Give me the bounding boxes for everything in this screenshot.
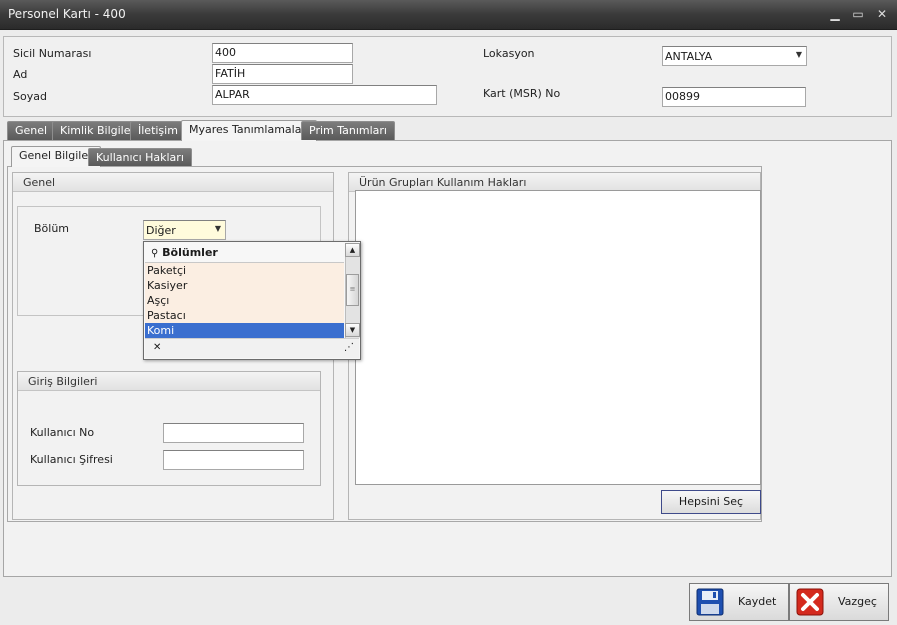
floppy-disk-icon	[696, 588, 724, 616]
dropdown-header: ⚲ Bölümler	[145, 243, 344, 263]
binoculars-icon: ⚲	[151, 248, 159, 259]
lokasyon-label: Lokasyon	[483, 47, 535, 60]
bolum-label: Bölüm	[34, 222, 70, 235]
sicil-label: Sicil Numarası	[13, 47, 92, 60]
chevron-down-icon: ▼	[795, 50, 802, 59]
tab-prim[interactable]: Prim Tanımları	[301, 121, 395, 140]
ad-label: Ad	[13, 68, 28, 81]
tab-genel[interactable]: Genel	[7, 121, 56, 140]
dropdown-item-kasiyer[interactable]: Kasiyer	[145, 278, 344, 293]
scroll-thumb[interactable]: ≡	[346, 274, 359, 306]
clear-icon[interactable]: ✕	[153, 342, 161, 353]
cancel-button[interactable]: Vazgeç	[789, 583, 889, 621]
minimize-icon[interactable]: ▁	[826, 6, 844, 22]
dropdown-footer: ✕ ⋰	[145, 338, 359, 358]
dropdown-item-paketci[interactable]: Paketçi	[145, 263, 344, 278]
kart-field[interactable]: 00899	[662, 87, 806, 107]
dropdown-item-asci[interactable]: Aşçı	[145, 293, 344, 308]
subtab-kullanici-haklari[interactable]: Kullanıcı Hakları	[88, 148, 192, 166]
kart-label: Kart (MSR) No	[483, 87, 561, 100]
bolum-value: Diğer	[146, 224, 176, 237]
save-button[interactable]: Kaydet	[689, 583, 789, 621]
select-all-button[interactable]: Hepsini Seç	[661, 490, 761, 514]
soyad-label: Soyad	[13, 90, 47, 103]
sicil-field[interactable]: 400	[212, 43, 353, 63]
scroll-down-icon[interactable]: ▼	[345, 323, 360, 337]
cancel-label: Vazgeç	[838, 595, 877, 608]
close-icon[interactable]: ✕	[873, 6, 891, 22]
giris-group-title: Giriş Bilgileri	[18, 372, 320, 391]
dropdown-item-pastaci[interactable]: Pastacı	[145, 308, 344, 323]
lokasyon-value: ANTALYA	[665, 50, 713, 63]
title-bar: Personel Kartı - 400 ▁ ▭ ✕	[0, 0, 897, 30]
kullanici-sifre-label: Kullanıcı Şifresi	[30, 453, 113, 466]
tab-iletisim[interactable]: İletişim	[130, 121, 186, 140]
soyad-field[interactable]: ALPAR	[212, 85, 437, 105]
kullanici-no-label: Kullanıcı No	[30, 426, 95, 439]
chevron-down-icon: ▼	[214, 224, 221, 233]
dropdown-header-text: Bölümler	[162, 246, 218, 259]
kullanici-sifre-field[interactable]	[163, 450, 304, 470]
window-title: Personel Kartı - 400	[8, 7, 126, 21]
dropdown-item-komi[interactable]: Komi	[145, 323, 344, 338]
bolum-combo[interactable]: Diğer ▼	[143, 220, 226, 240]
lokasyon-combo[interactable]: ANTALYA ▼	[662, 46, 807, 66]
cancel-x-icon	[796, 588, 824, 616]
bolum-dropdown: ⚲ Bölümler Paketçi Kasiyer Aşçı Pastacı …	[143, 241, 361, 360]
ad-field[interactable]: FATİH	[212, 64, 353, 84]
kullanici-no-field[interactable]	[163, 423, 304, 443]
maximize-icon[interactable]: ▭	[849, 6, 867, 22]
genel-group-title: Genel	[13, 173, 333, 192]
scroll-up-icon[interactable]: ▲	[345, 243, 360, 257]
tab-myares[interactable]: Myares Tanımlamaları	[181, 120, 318, 141]
save-label: Kaydet	[738, 595, 777, 608]
resize-grip-icon[interactable]: ⋰	[344, 342, 354, 353]
urun-listbox[interactable]	[355, 190, 761, 485]
